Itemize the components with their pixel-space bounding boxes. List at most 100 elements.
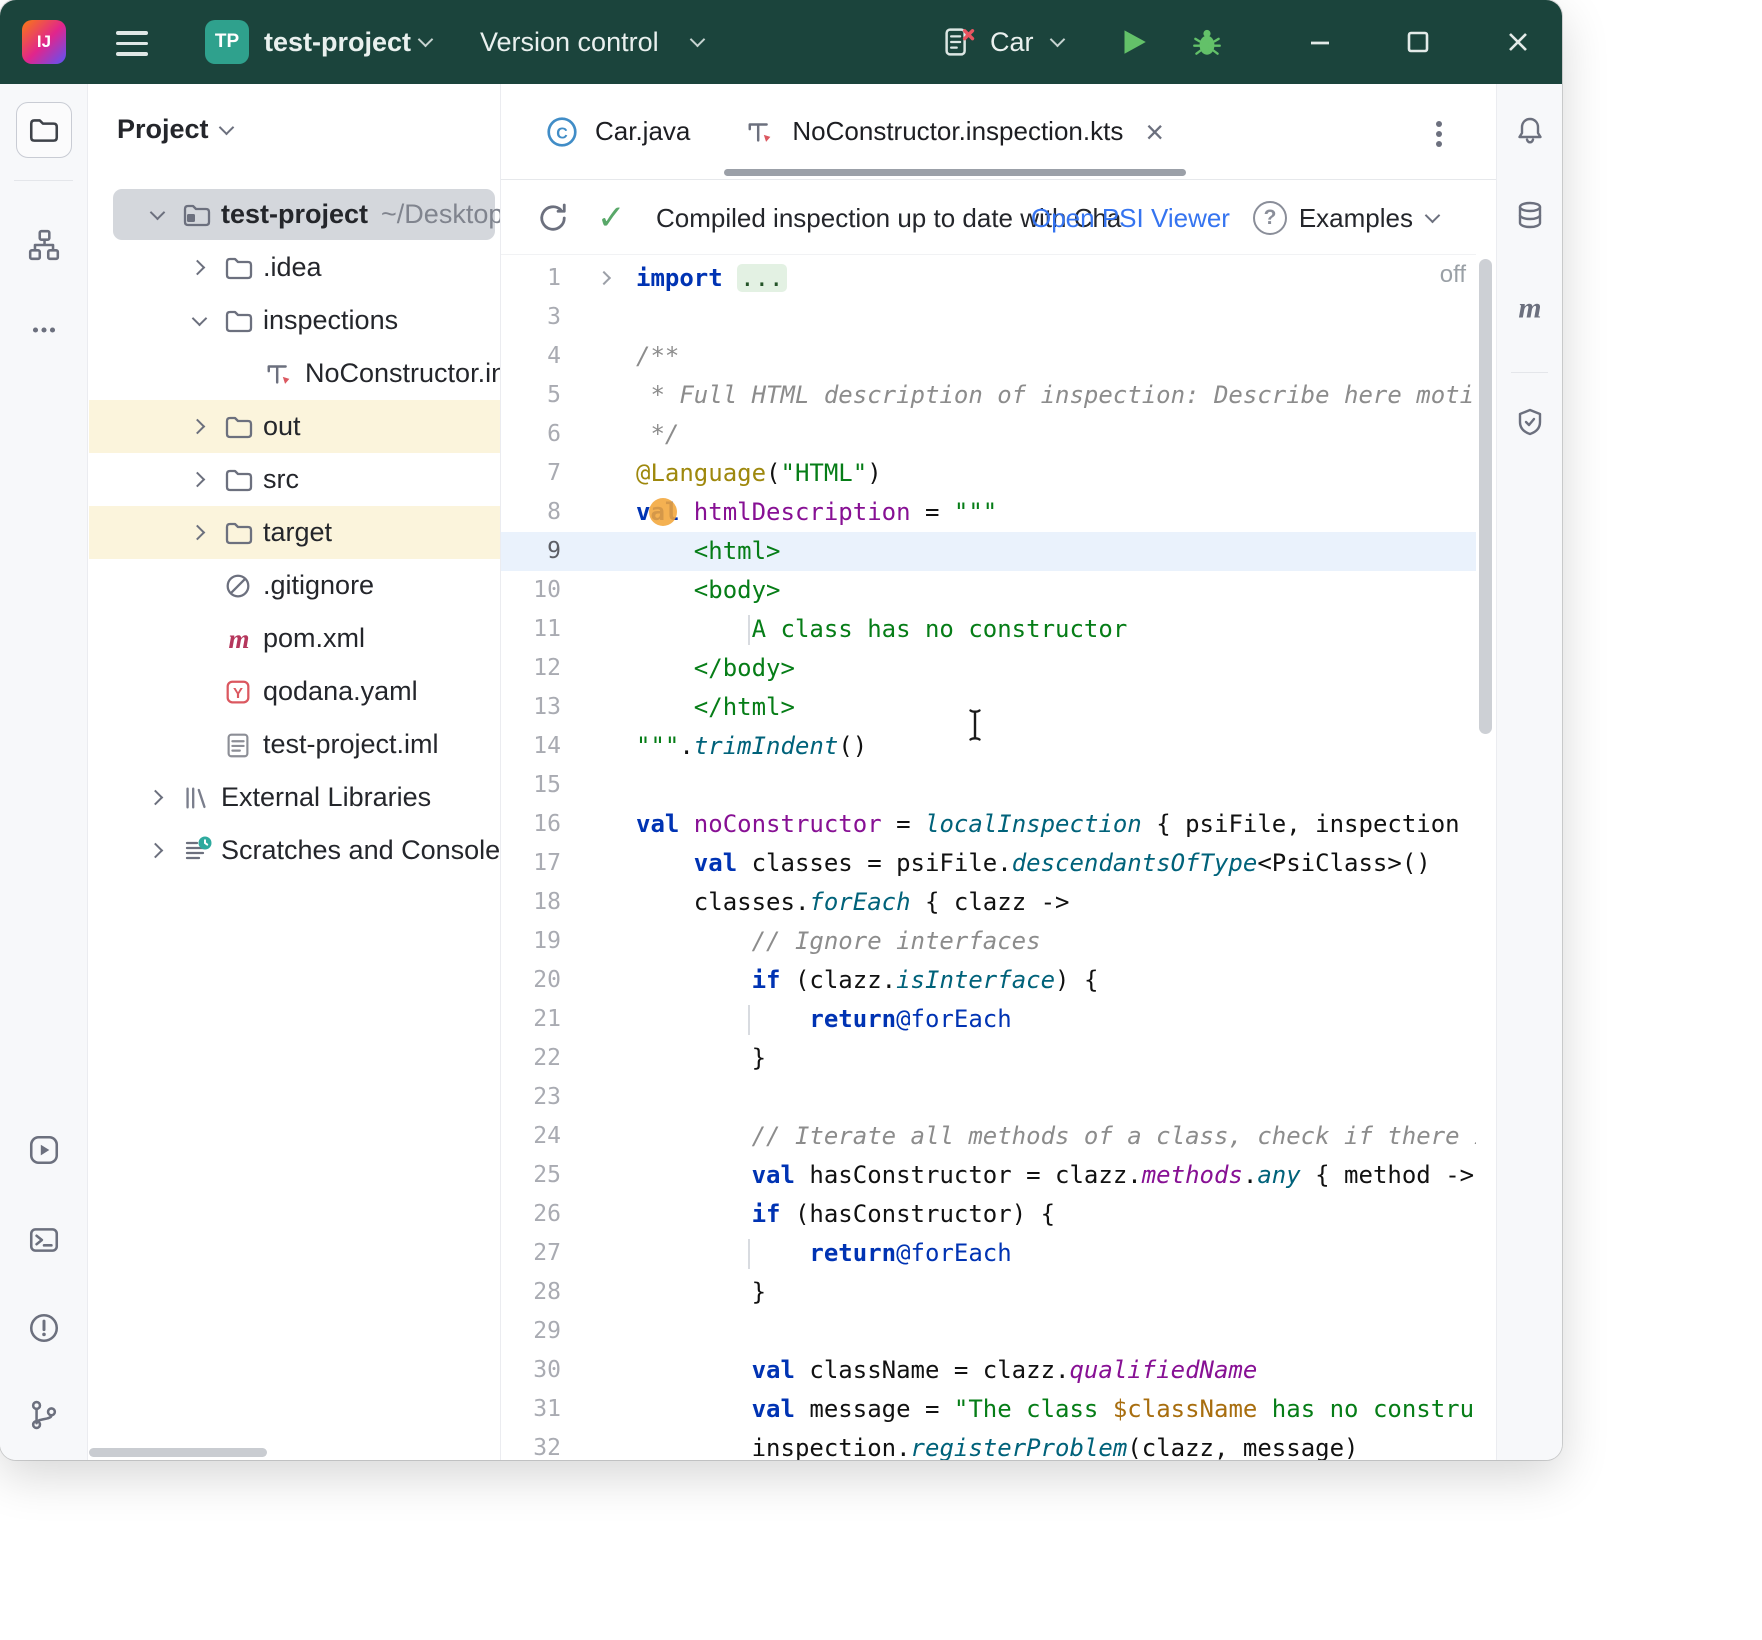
line-number[interactable]: 23 [501, 1078, 561, 1117]
line-number[interactable]: 22 [501, 1039, 561, 1078]
line-number[interactable]: 28 [501, 1273, 561, 1312]
tree-item-external-libraries[interactable]: External Libraries [89, 771, 500, 824]
open-psi-viewer-link[interactable]: Open PSI Viewer [1031, 181, 1230, 255]
chevron-right-icon[interactable] [190, 260, 206, 276]
minimize-icon[interactable] [1304, 26, 1336, 58]
line-number[interactable]: 32 [501, 1429, 561, 1460]
maven-icon[interactable]: m [1502, 280, 1558, 336]
code-line-11[interactable]: 11 A class has no constructor [501, 610, 1476, 649]
line-number[interactable]: 12 [501, 649, 561, 688]
chevron-down-icon[interactable] [150, 204, 166, 220]
code-line-30[interactable]: 30 val className = clazz.qualifiedName [501, 1351, 1476, 1390]
line-number[interactable]: 4 [501, 337, 561, 376]
examples-dropdown[interactable]: Examples [1299, 181, 1438, 255]
line-number[interactable]: 31 [501, 1390, 561, 1429]
chevron-down-icon[interactable] [192, 310, 208, 326]
close-tab-icon[interactable]: × [1145, 116, 1164, 148]
intellij-logo-icon[interactable]: IJ [22, 20, 66, 64]
line-number[interactable]: 9 [501, 532, 561, 571]
line-number[interactable]: 5 [501, 376, 561, 415]
version-control-toolwindow-icon[interactable] [16, 1387, 72, 1443]
line-number[interactable]: 10 [501, 571, 561, 610]
project-toolwindow-icon[interactable] [16, 102, 72, 158]
notifications-icon[interactable] [1502, 102, 1558, 158]
code-line-12[interactable]: 12 </body> [501, 649, 1476, 688]
tree-item-scratches-and-consoles[interactable]: Scratches and Consoles [89, 824, 500, 877]
line-number[interactable]: 15 [501, 766, 561, 805]
problems-toolwindow-icon[interactable] [16, 1300, 72, 1356]
tree-item-pom-xml[interactable]: mpom.xml [89, 612, 500, 665]
code-line-24[interactable]: 24 // Iterate all methods of a class, ch… [501, 1117, 1476, 1156]
code-line-29[interactable]: 29 [501, 1312, 1476, 1351]
close-icon[interactable] [1502, 26, 1534, 58]
vcs-widget[interactable]: Version control [480, 0, 659, 84]
code-line-9[interactable]: 9 <html> [501, 532, 1476, 571]
chevron-right-icon[interactable] [190, 472, 206, 488]
code-line-4[interactable]: 4/** [501, 337, 1476, 376]
line-number[interactable]: 20 [501, 961, 561, 1000]
main-menu-icon[interactable] [116, 21, 150, 63]
run-button[interactable] [1116, 0, 1150, 84]
help-icon[interactable]: ? [1253, 181, 1287, 255]
project-switcher[interactable]: test-project [264, 0, 411, 84]
tree-item-out[interactable]: out [89, 400, 500, 453]
line-number[interactable]: 8 [501, 493, 561, 532]
project-horizontal-scrollbar[interactable] [89, 1448, 267, 1457]
code-line-22[interactable]: 22 } [501, 1039, 1476, 1078]
code-line-13[interactable]: 13 </html> [501, 688, 1476, 727]
tree-item-src[interactable]: src [89, 453, 500, 506]
code-line-1[interactable]: 1import ... [501, 259, 1476, 298]
code-line-10[interactable]: 10 <body> [501, 571, 1476, 610]
code-editor[interactable]: 1import ...34/**5 * Full HTML descriptio… [501, 255, 1476, 1460]
code-line-18[interactable]: 18 classes.forEach { clazz -> [501, 883, 1476, 922]
project-panel-header[interactable]: Project [117, 114, 232, 145]
tab-noconstructor-inspection-kts[interactable]: NoConstructor.inspection.kts× [718, 84, 1192, 179]
debug-button[interactable] [1190, 0, 1224, 84]
database-icon[interactable] [1502, 187, 1558, 243]
code-line-15[interactable]: 15 [501, 766, 1476, 805]
services-toolwindow-icon[interactable] [16, 1122, 72, 1178]
chevron-right-icon[interactable] [190, 525, 206, 541]
run-config-selector[interactable]: Car [990, 0, 1034, 84]
more-toolwindows-icon[interactable] [16, 302, 72, 358]
code-line-27[interactable]: 27 return@forEach [501, 1234, 1476, 1273]
tree-item--idea[interactable]: .idea [89, 241, 500, 294]
code-line-21[interactable]: 21 return@forEach [501, 1000, 1476, 1039]
code-line-28[interactable]: 28 } [501, 1273, 1476, 1312]
line-number[interactable]: 30 [501, 1351, 561, 1390]
line-number[interactable]: 24 [501, 1117, 561, 1156]
code-line-14[interactable]: 14""".trimIndent() [501, 727, 1476, 766]
line-number[interactable]: 29 [501, 1312, 561, 1351]
code-line-3[interactable]: 3 [501, 298, 1476, 337]
code-line-23[interactable]: 23 [501, 1078, 1476, 1117]
line-number[interactable]: 21 [501, 1000, 561, 1039]
line-number[interactable]: 7 [501, 454, 561, 493]
refresh-icon[interactable] [535, 181, 571, 255]
code-line-19[interactable]: 19 // Ignore interfaces [501, 922, 1476, 961]
code-line-32[interactable]: 32 inspection.registerProblem(clazz, mes… [501, 1429, 1476, 1460]
maximize-icon[interactable] [1402, 26, 1434, 58]
project-avatar[interactable]: TP [205, 20, 249, 64]
tree-item-qodana-yaml[interactable]: Yqodana.yaml [89, 665, 500, 718]
line-number[interactable]: 25 [501, 1156, 561, 1195]
tree-item-test-project[interactable]: test-project~/Desktop [89, 188, 500, 241]
line-number[interactable]: 11 [501, 610, 561, 649]
tree-item-inspections[interactable]: inspections [89, 294, 500, 347]
chevron-right-icon[interactable] [190, 419, 206, 435]
code-line-6[interactable]: 6 */ [501, 415, 1476, 454]
chevron-right-icon[interactable] [148, 843, 164, 859]
line-number[interactable]: 16 [501, 805, 561, 844]
tree-item-noconstructor-inspection-kts[interactable]: NoConstructor.inspection.kts [89, 347, 500, 400]
code-line-26[interactable]: 26 if (hasConstructor) { [501, 1195, 1476, 1234]
line-number[interactable]: 27 [501, 1234, 561, 1273]
code-line-31[interactable]: 31 val message = "The class $className h… [501, 1390, 1476, 1429]
line-number[interactable]: 14 [501, 727, 561, 766]
code-line-20[interactable]: 20 if (clazz.isInterface) { [501, 961, 1476, 1000]
tree-item--gitignore[interactable]: .gitignore [89, 559, 500, 612]
editor-options-icon[interactable] [1434, 117, 1444, 151]
tree-item-test-project-iml[interactable]: test-project.iml [89, 718, 500, 771]
qodana-shield-icon[interactable] [1502, 394, 1558, 450]
line-number[interactable]: 19 [501, 922, 561, 961]
line-number[interactable]: 1 [501, 259, 561, 298]
fold-chevron-icon[interactable] [597, 271, 611, 285]
